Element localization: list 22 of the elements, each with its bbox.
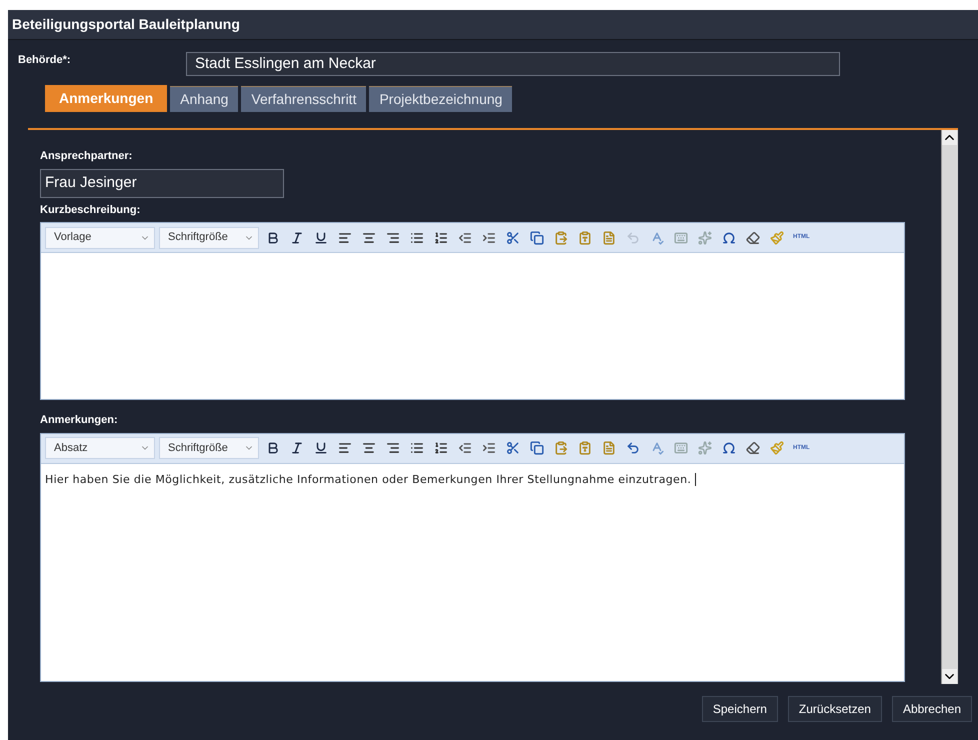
authority-field[interactable]: Stadt Esslingen am Neckar	[186, 52, 840, 76]
scroll-down-icon[interactable]	[942, 669, 957, 684]
dialog-button[interactable]: Abbrechen	[892, 696, 972, 722]
window-title: Beteiligungsportal Bauleitplanung	[12, 15, 240, 34]
scroll-up-icon[interactable]	[942, 130, 957, 145]
scrollbar[interactable]	[941, 130, 958, 684]
dialog-button[interactable]: Speichern	[702, 696, 778, 722]
field-label: Ansprechpartner:	[40, 149, 134, 164]
tab[interactable]: Projektbezeichnung	[369, 86, 512, 112]
field-label: Kurzbeschreibung:	[40, 202, 142, 218]
editor-text: Hier haben Sie die Möglichkeit, zusätzliche Informationen oder Bemerkungen Ihrer Stellungnahme einzutragen.	[45, 472, 692, 488]
field-label: Anmerkungen:	[40, 413, 119, 428]
format-dropdown[interactable]: Vorlage	[45, 226, 155, 248]
dialog-button[interactable]: Zurücksetzen	[788, 696, 882, 722]
font-size-dropdown[interactable]: Schriftgröße	[159, 437, 259, 459]
format-dropdown[interactable]: Absatz	[45, 437, 155, 459]
tab[interactable]: Anhang	[170, 86, 238, 112]
text-cursor	[695, 473, 696, 486]
tab[interactable]: Verfahrensschritt	[241, 86, 366, 112]
field-label: Behörde*:	[18, 53, 72, 68]
font-size-dropdown[interactable]: Schriftgröße	[159, 226, 259, 248]
contact-field[interactable]: Frau Jesinger	[40, 168, 284, 198]
